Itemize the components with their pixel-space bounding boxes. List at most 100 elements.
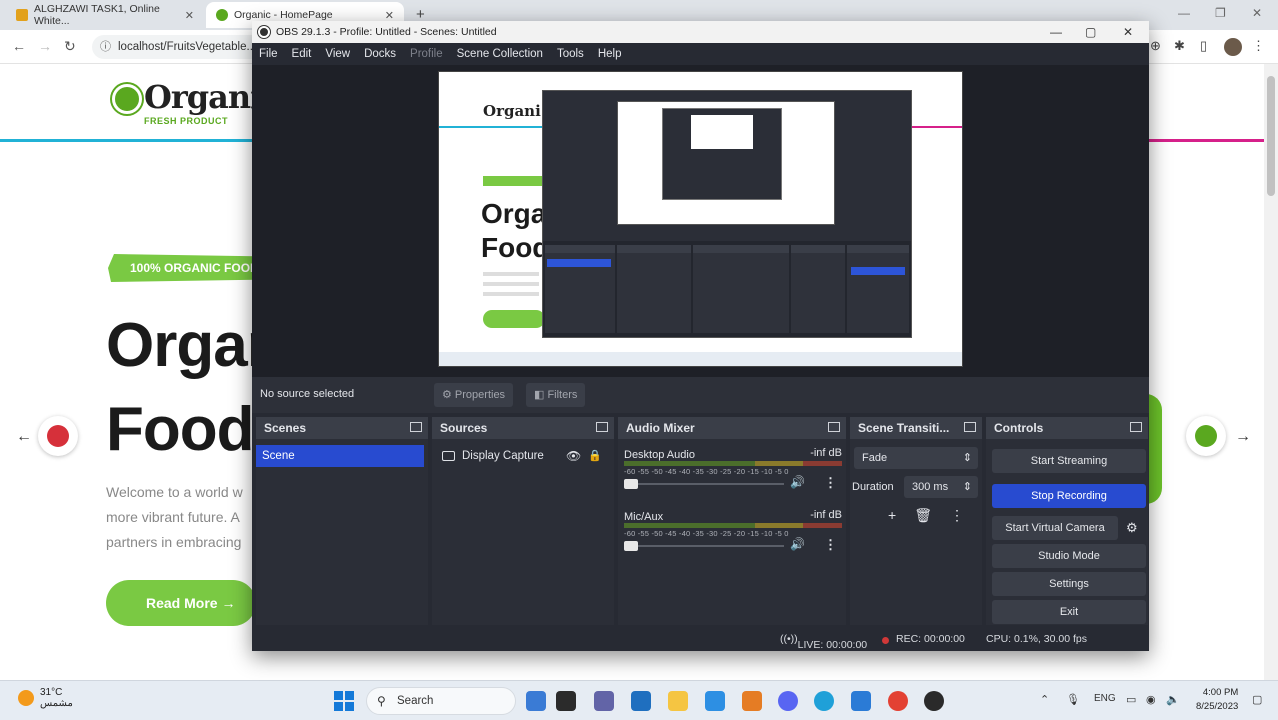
weather-text: مشمس [40,698,73,709]
source-list-item[interactable]: Display Capture 👁 🔒 [440,445,612,467]
header-divider-accent [1146,139,1264,142]
menu-help[interactable]: Help [598,43,622,65]
app-icon[interactable] [742,691,762,711]
close-icon[interactable]: ✕ [1123,21,1133,43]
more-options-icon[interactable]: ⋮ [950,507,964,524]
start-streaming-button[interactable]: Start Streaming [992,449,1146,473]
track-name: Mic/Aux [624,511,664,523]
chrome-icon[interactable] [888,691,908,711]
close-tab-icon[interactable]: ✕ [385,9,394,22]
slider-prev-icon[interactable]: ← [16,428,32,446]
maximize-icon[interactable]: ▢ [1085,21,1096,43]
sidepanel-icon[interactable]: ▯ [1200,38,1207,54]
undock-icon[interactable] [596,422,608,432]
notifications-icon[interactable]: ▢ [1252,693,1262,706]
clock[interactable]: 4:00 PM 8/25/2023 [1196,686,1238,714]
volume-meter [624,461,842,466]
back-icon[interactable]: ← [12,38,26,54]
menu-profile[interactable]: Profile [410,43,443,65]
track-level: -inf dB [810,509,842,521]
scenes-dock: Scenes Scene + 🗑 ▥ ⌃ ⌄ [256,417,428,652]
close-tab-icon[interactable]: ✕ [185,9,194,22]
close-window-icon[interactable]: ✕ [1252,6,1262,20]
settings-button[interactable]: Settings [992,572,1146,596]
scene-list-item[interactable]: Scene [256,445,424,467]
menu-docks[interactable]: Docks [364,43,396,65]
profile-avatar[interactable] [1224,38,1242,56]
display-icon[interactable]: ▭ [1126,693,1136,706]
tray-chevron-icon[interactable]: ⌃ [1040,693,1049,706]
trash-icon[interactable]: 🗑 [914,507,932,524]
share-icon[interactable]: ⊕ [1150,38,1161,54]
weather-widget[interactable]: 31°C مشمس [18,687,73,709]
rec-indicator: REC: 00:00:00 [896,633,965,645]
site-info-icon[interactable]: ⓘ [100,35,111,59]
start-virtual-camera-button[interactable]: Start Virtual Camera [992,516,1118,540]
add-icon[interactable]: + [888,507,896,524]
browser-tab-task[interactable]: ALGHZAWI TASK1, Online White... ✕ [6,2,204,28]
microphone-icon[interactable]: 🎙 [1066,693,1080,706]
obs-icon[interactable] [924,691,944,711]
tab-title: Organic - HomePage [234,9,333,21]
read-more-button[interactable]: Read More → [106,580,256,626]
undock-icon[interactable] [964,422,976,432]
undock-icon[interactable] [410,422,422,432]
more-options-icon[interactable]: ⋮ [824,475,837,491]
volume-meter [624,523,842,528]
transition-select[interactable]: Fade ⇕ [854,447,978,469]
menu-tools[interactable]: Tools [557,43,584,65]
audio-mixer-dock: Audio Mixer Desktop Audio -inf dB -60 -5… [618,417,846,652]
taskbar-search[interactable]: ⚲ Search [366,687,516,715]
store-icon[interactable] [631,691,651,711]
menu-file[interactable]: File [259,43,278,65]
discord-icon[interactable] [778,691,798,711]
maximize-icon[interactable]: ❐ [1215,6,1226,20]
mail-icon[interactable] [705,691,725,711]
stop-recording-button[interactable]: Stop Recording [992,484,1146,508]
cabbage-thumbnail[interactable] [1186,416,1226,456]
file-explorer-icon[interactable] [668,691,688,711]
language-indicator[interactable]: ENG [1094,693,1116,704]
studio-mode-button[interactable]: Studio Mode [992,544,1146,568]
cpu-indicator: CPU: 0.1%, 30.00 fps [986,633,1087,645]
vscode-icon[interactable] [851,691,871,711]
lock-icon[interactable]: 🔒 [588,445,602,467]
speaker-icon[interactable]: 🔊 [790,537,805,551]
menu-scene-collection[interactable]: Scene Collection [457,43,543,65]
page-scrollbar[interactable] [1264,64,1278,680]
reload-icon[interactable]: ↻ [64,38,76,55]
slider-next-icon[interactable]: → [1235,428,1251,446]
minimize-icon[interactable]: — [1050,21,1062,43]
menu-view[interactable]: View [325,43,350,65]
menu-edit[interactable]: Edit [292,43,312,65]
volume-icon[interactable]: 🔈 [1166,693,1180,706]
virtual-camera-gear-icon[interactable]: ⚙ [1126,520,1138,536]
extensions-icon[interactable]: ✱ [1174,38,1185,54]
volume-slider[interactable] [624,541,784,551]
nested-obs-capture [542,90,912,338]
minimize-icon[interactable]: — [1178,6,1190,20]
filters-button[interactable]: ◧ Filters [526,383,586,407]
undock-icon[interactable] [1130,422,1142,432]
network-icon[interactable]: ◉ [1146,693,1156,706]
teams-icon[interactable] [594,691,614,711]
strawberry-thumbnail[interactable] [38,416,78,456]
undock-icon[interactable] [828,422,840,432]
chrome-menu-icon[interactable]: ⋮ [1252,38,1265,54]
edge-icon[interactable] [814,691,834,711]
start-icon[interactable] [334,691,354,711]
duration-input[interactable]: 300 ms ⇕ [904,476,978,498]
properties-button[interactable]: ⚙ Properties [434,383,514,407]
canvas-preview[interactable]: Organi Organic Food [438,71,963,367]
more-options-icon[interactable]: ⋮ [824,537,837,553]
bing-icon[interactable] [526,691,546,711]
task-view-icon[interactable] [556,691,576,711]
temperature: 31°C [40,687,63,698]
volume-slider[interactable] [624,479,784,489]
tab-favicon-icon [16,9,28,21]
exit-button[interactable]: Exit [992,600,1146,624]
forward-icon[interactable]: → [38,38,52,54]
speaker-icon[interactable]: 🔊 [790,475,805,489]
visibility-eye-icon[interactable]: 👁 [566,445,581,467]
obs-titlebar[interactable]: OBS 29.1.3 - Profile: Untitled - Scenes:… [252,21,1149,43]
